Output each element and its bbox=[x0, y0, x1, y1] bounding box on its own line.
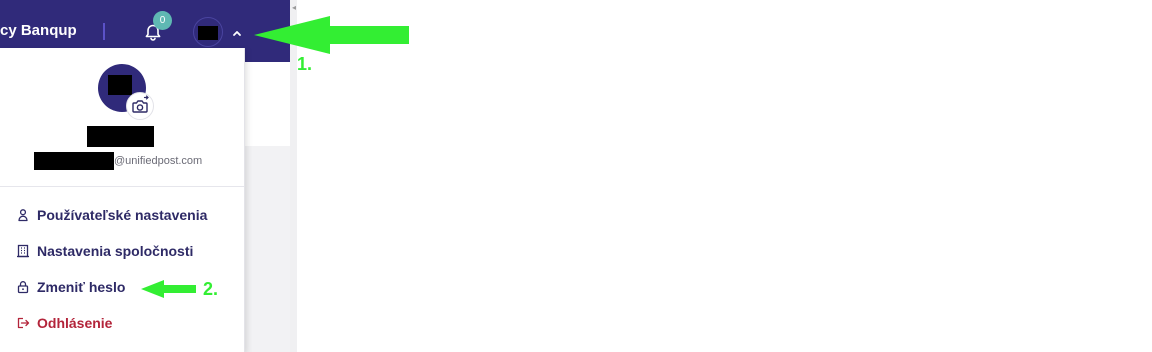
user-icon bbox=[18, 209, 28, 222]
menu-divider bbox=[0, 186, 244, 187]
redacted-email-local-part bbox=[34, 152, 114, 170]
change-photo-button[interactable] bbox=[126, 92, 154, 120]
menu-item-label: Používateľské nastavenia bbox=[37, 207, 208, 223]
menu-item-company-settings[interactable]: Nastavenia spoločnosti bbox=[16, 240, 193, 262]
user-email: @unifiedpost.com bbox=[34, 152, 202, 172]
chevron-up-icon bbox=[233, 31, 241, 36]
user-avatar-button[interactable] bbox=[193, 17, 223, 47]
notification-count-badge: 0 bbox=[153, 11, 172, 30]
scroll-up-icon[interactable]: ◂ bbox=[292, 3, 296, 12]
camera-switch-icon bbox=[132, 95, 149, 113]
user-menu-toggle[interactable] bbox=[231, 25, 243, 36]
logout-icon bbox=[17, 317, 30, 329]
brand-name[interactable]: cy Banqup bbox=[0, 22, 77, 39]
annotation-arrow-2 bbox=[141, 280, 196, 298]
annotation-arrow-1 bbox=[254, 16, 409, 54]
user-dropdown-menu: @unifiedpost.com Používateľské nastaveni… bbox=[0, 48, 245, 352]
content-panel bbox=[244, 62, 290, 146]
annotation-step-1: 1. bbox=[297, 54, 313, 74]
menu-item-label: Zmeniť heslo bbox=[37, 279, 126, 295]
redacted-avatar bbox=[198, 26, 218, 40]
menu-item-label: Nastavenia spoločnosti bbox=[37, 243, 194, 259]
redacted-user-name bbox=[87, 126, 154, 147]
lock-icon bbox=[17, 281, 29, 294]
annotation-step-2: 2. bbox=[203, 279, 219, 299]
email-domain: @unifiedpost.com bbox=[114, 155, 203, 167]
building-icon bbox=[17, 244, 29, 258]
menu-item-change-password[interactable]: Zmeniť heslo bbox=[16, 276, 125, 298]
menu-item-label: Odhlásenie bbox=[37, 315, 113, 331]
menu-item-user-settings[interactable]: Používateľské nastavenia bbox=[16, 204, 207, 226]
redacted-avatar bbox=[108, 75, 132, 95]
header-divider bbox=[103, 23, 105, 40]
menu-item-logout[interactable]: Odhlásenie bbox=[16, 312, 112, 334]
